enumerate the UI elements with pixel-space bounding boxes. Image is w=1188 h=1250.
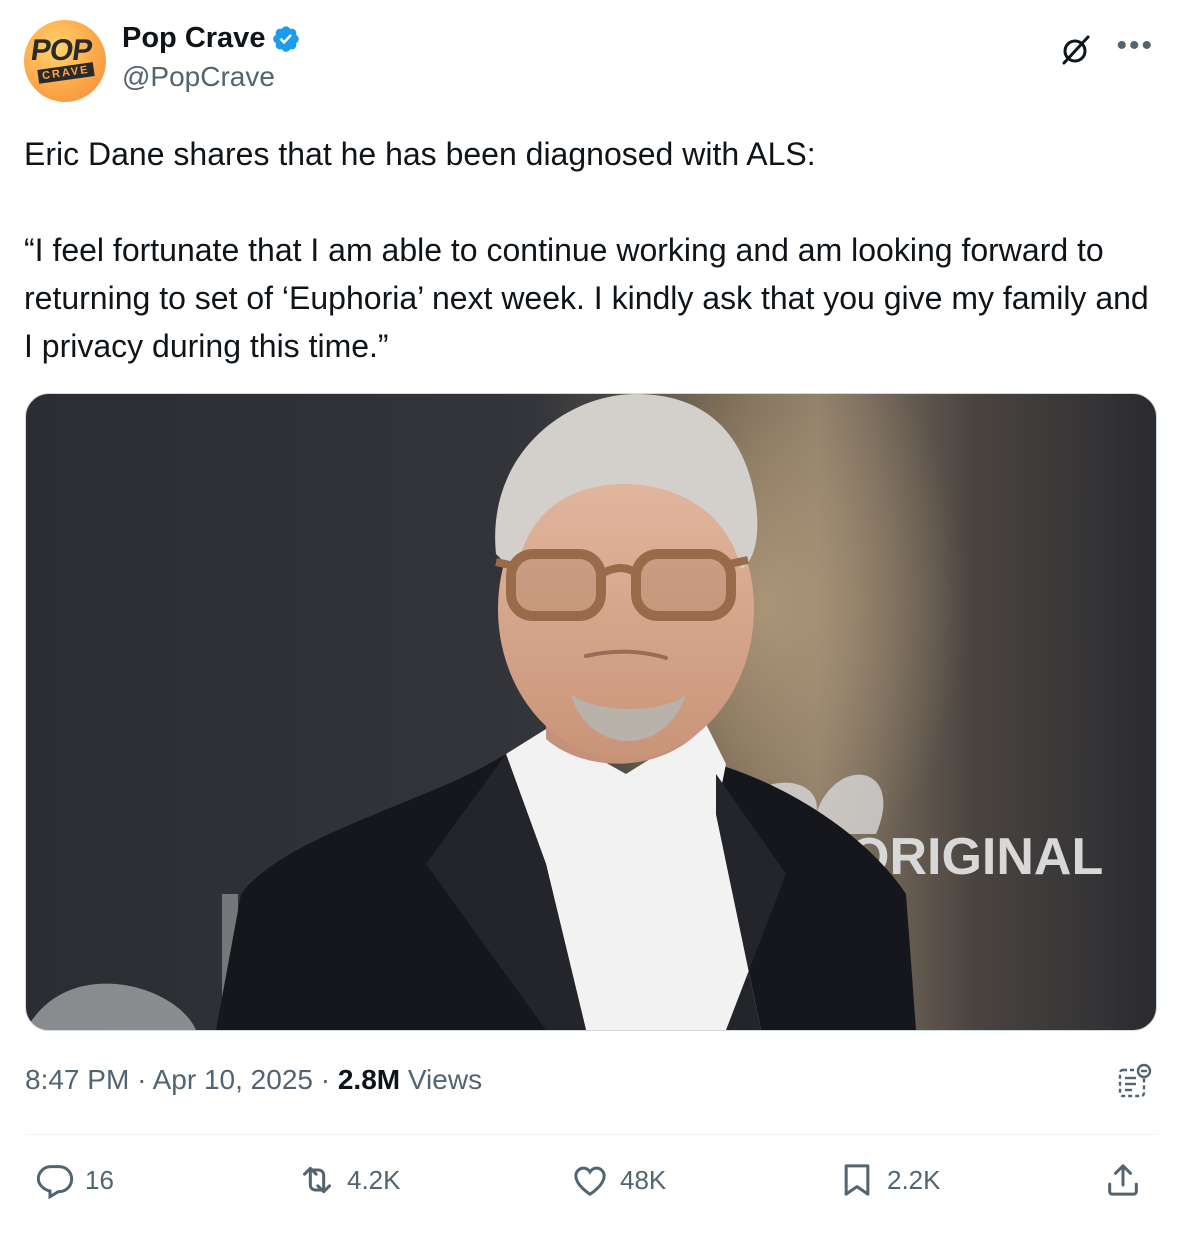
reply-button[interactable]: 16	[35, 1160, 114, 1200]
avatar[interactable]: POP CRAVE	[24, 20, 106, 102]
share-button[interactable]	[1103, 1160, 1143, 1200]
tweet-text-quote: “I feel fortunate that I am able to cont…	[24, 232, 1149, 364]
views-label: Views	[407, 1064, 483, 1095]
tweet-date[interactable]: Apr 10, 2025	[153, 1064, 313, 1095]
like-icon	[574, 1166, 606, 1196]
share-icon	[1108, 1164, 1138, 1196]
photo-illustration: ORIGINAL	[26, 394, 1103, 1030]
more-icon[interactable]: •••	[1116, 31, 1154, 61]
meta-separator: ·	[137, 1064, 147, 1095]
display-name-row[interactable]: Pop Crave	[122, 22, 301, 55]
like-button[interactable]: 48K	[570, 1160, 666, 1200]
divider	[25, 1134, 1158, 1135]
grok-icon[interactable]	[1058, 32, 1094, 68]
repost-button[interactable]: 4.2K	[297, 1160, 401, 1200]
display-name[interactable]: Pop Crave	[122, 22, 265, 55]
backdrop-logo-shape	[26, 983, 196, 1030]
like-count: 48K	[620, 1164, 667, 1195]
views-count: 2.8M	[337, 1064, 401, 1095]
tweet-time[interactable]: 8:47 PM	[25, 1064, 129, 1095]
verified-badge-icon	[273, 25, 300, 52]
meta-separator: ·	[320, 1064, 331, 1095]
action-bar: 16 4.2K 48K 2.2K	[25, 1160, 1158, 1212]
tweet-meta: 8:47 PM · Apr 10, 2025 · 2.8M Views	[25, 1064, 482, 1096]
analytics-icon[interactable]	[1116, 1062, 1154, 1100]
repost-icon	[303, 1166, 331, 1194]
tweet-text-line: Eric Dane shares that he has been diagno…	[24, 136, 816, 172]
author-info: Pop Crave @PopCrave	[122, 22, 301, 93]
tweet-photo[interactable]: ORIGINAL	[25, 393, 1157, 1031]
bookmark-icon	[844, 1164, 870, 1196]
handle[interactable]: @PopCrave	[122, 61, 301, 93]
bookmark-button[interactable]: 2.2K	[837, 1160, 941, 1200]
reply-icon	[36, 1165, 74, 1200]
reply-count: 16	[85, 1164, 114, 1195]
bookmark-count: 2.2K	[887, 1164, 941, 1195]
tweet-text: Eric Dane shares that he has been diagno…	[24, 130, 1154, 370]
repost-count: 4.2K	[347, 1164, 401, 1195]
tweet-header: POP CRAVE Pop Crave @PopCrave •••	[24, 18, 1164, 108]
